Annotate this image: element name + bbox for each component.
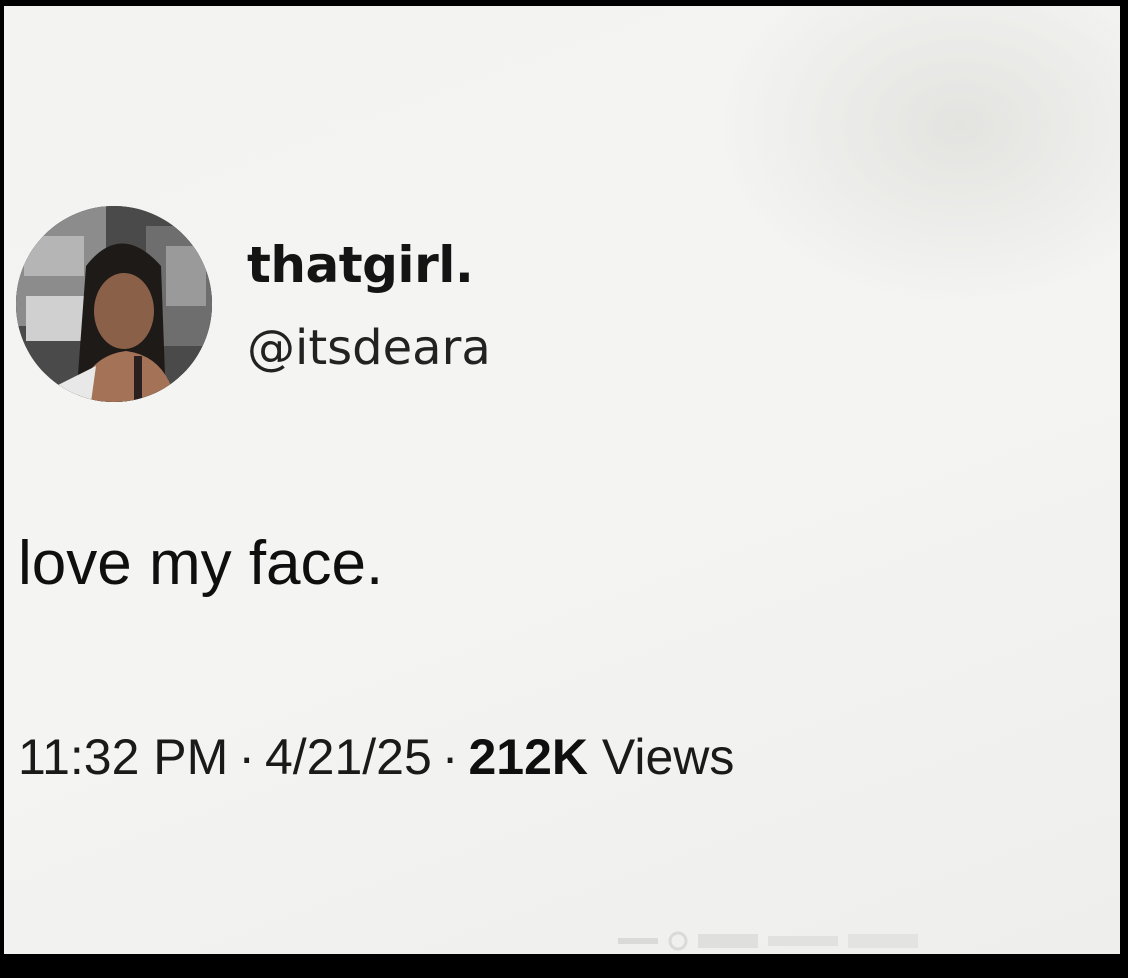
tweet-date[interactable]: 4/21/25 [265, 729, 432, 785]
author-handle[interactable]: @itsdeara [247, 320, 491, 376]
avatar-image [16, 206, 212, 402]
author-display-name[interactable]: thatgirl. [247, 236, 474, 294]
tweet-text: love my face. [18, 529, 384, 598]
tweet-card: thatgirl. @itsdeara love my face. 11:32 … [4, 6, 1120, 954]
meta-separator: · [238, 729, 255, 785]
background-glow [720, 6, 1120, 306]
screenshot-frame: thatgirl. @itsdeara love my face. 11:32 … [0, 0, 1128, 978]
tweet-time[interactable]: 11:32 PM [18, 729, 228, 785]
views-count[interactable]: 212K [468, 729, 588, 785]
tweet-meta: 11:32 PM · 4/21/25 · 212K Views [18, 728, 734, 786]
watermark-logo [618, 931, 918, 951]
avatar[interactable] [16, 206, 212, 402]
views-label: Views [601, 729, 735, 785]
meta-separator: · [441, 729, 459, 785]
